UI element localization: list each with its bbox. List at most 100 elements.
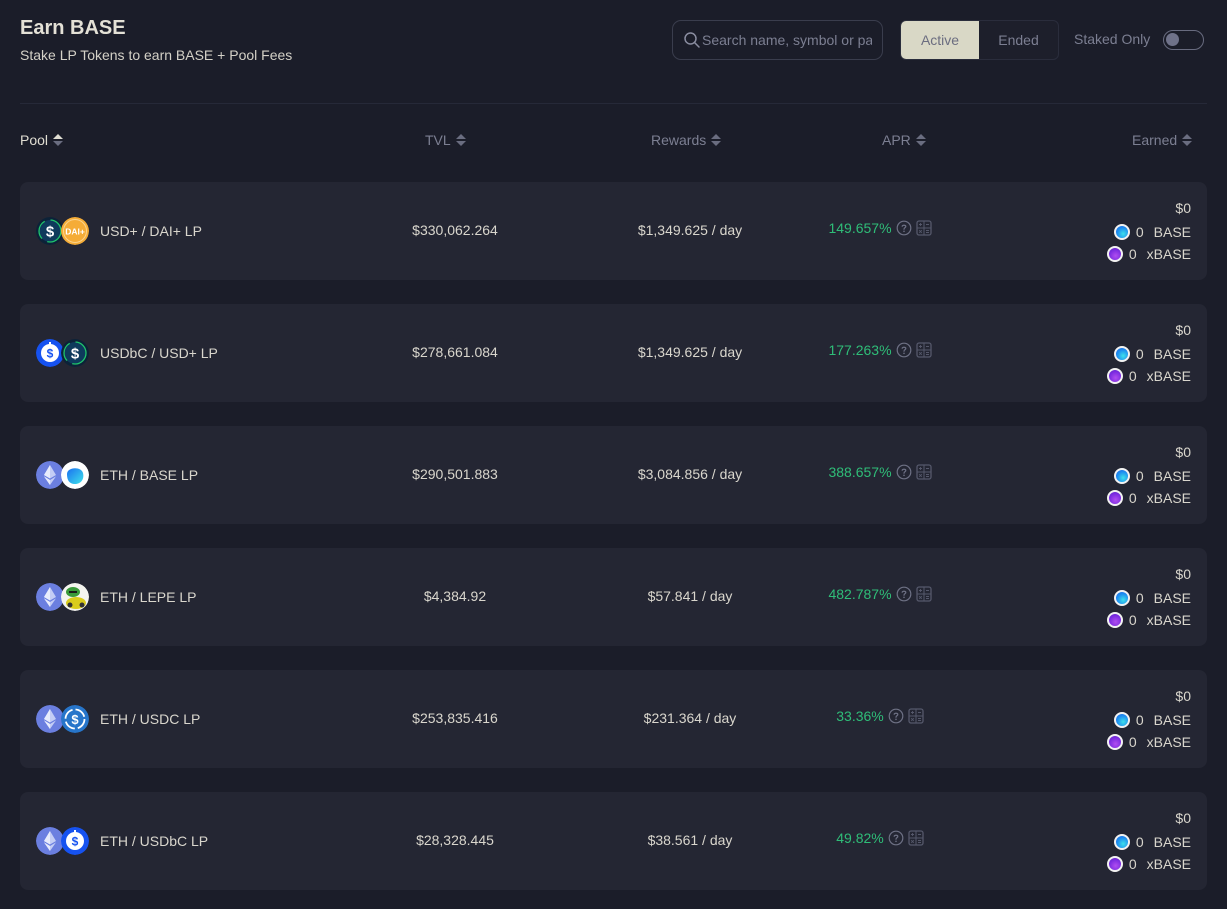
earned-base-amount: 0: [1135, 224, 1144, 240]
roi-calculator-icon[interactable]: [908, 830, 924, 846]
earned-xbase-line: 0 xBASE: [1106, 731, 1191, 753]
staked-only-toggle[interactable]: [1163, 30, 1204, 50]
roi-calculator-icon[interactable]: [915, 220, 932, 236]
earned-xbase-amount: 0: [1128, 246, 1137, 262]
earned-base-amount: 0: [1135, 468, 1144, 484]
earned-xbase-symbol: xBASE: [1146, 490, 1191, 506]
pool-earned: $0 0 BASE 0 xBASE: [1106, 565, 1191, 631]
eth-icon: [36, 461, 64, 489]
usdbc-icon: $: [36, 339, 64, 367]
table-header: Pool TVL Rewards APR Earned: [20, 104, 1207, 182]
earned-xbase-amount: 0: [1128, 368, 1137, 384]
column-header-rewards[interactable]: Rewards: [651, 132, 722, 148]
pool-list: $ DAI+ USD+ / DAI+ LP $330,062.264 $1,34…: [20, 182, 1207, 890]
pool-rewards: $1,349.625 / day: [637, 222, 743, 238]
xbase-token-icon: [1106, 856, 1123, 872]
earned-usd: $0: [1175, 566, 1191, 582]
sort-icon: [711, 134, 722, 146]
page-header: Earn BASE Stake LP Tokens to earn BASE +…: [20, 0, 1207, 104]
earned-base-amount: 0: [1135, 712, 1144, 728]
apr-info-icon[interactable]: [896, 586, 912, 602]
earned-base-symbol: BASE: [1153, 590, 1191, 606]
apr-info-icon[interactable]: [896, 342, 912, 358]
base-token-icon: [1113, 590, 1130, 606]
pool-rewards: $1,349.625 / day: [637, 344, 743, 360]
base-token-icon: [1113, 224, 1130, 240]
search-box[interactable]: [672, 20, 883, 60]
usdc-icon: $: [61, 705, 89, 733]
pool-name: ETH / BASE LP: [100, 467, 199, 483]
earned-base-line: 0 BASE: [1107, 709, 1191, 731]
svg-text:$: $: [46, 224, 55, 241]
pool-row[interactable]: $ $ USDbC / USD+ LP $278,661.084 $1,349.…: [20, 304, 1207, 402]
pool-cell: $ DAI+ USD+ / DAI+ LP: [36, 182, 202, 280]
pool-rewards: $38.561 / day: [647, 832, 733, 848]
apr-info-icon[interactable]: [888, 708, 904, 724]
pool-rewards: $57.841 / day: [647, 588, 733, 604]
earned-usd: $0: [1175, 688, 1191, 704]
earned-xbase-symbol: xBASE: [1146, 612, 1191, 628]
roi-calculator-icon[interactable]: [908, 708, 924, 724]
filter-ended-button[interactable]: Ended: [979, 21, 1058, 59]
pool-apr: 33.36%: [836, 708, 884, 724]
column-header-pool[interactable]: Pool: [20, 132, 64, 148]
roi-calculator-icon[interactable]: [915, 586, 932, 602]
usd-plus-icon: $: [61, 339, 89, 367]
earned-usd: $0: [1175, 810, 1191, 826]
search-input[interactable]: [702, 32, 872, 48]
pool-apr-cell: 49.82%: [780, 830, 980, 846]
pool-apr: 482.787%: [828, 586, 892, 602]
apr-info-icon[interactable]: [888, 830, 904, 846]
column-header-tvl[interactable]: TVL: [425, 132, 466, 148]
apr-info-icon[interactable]: [896, 220, 912, 236]
pool-row[interactable]: ETH / BASE LP $290,501.883 $3,084.856 / …: [20, 426, 1207, 524]
earned-base-amount: 0: [1135, 834, 1144, 850]
earned-usd: $0: [1175, 322, 1191, 338]
apr-info-icon[interactable]: [896, 464, 912, 480]
pool-name: ETH / LEPE LP: [100, 589, 197, 605]
earned-base-line: 0 BASE: [1107, 587, 1191, 609]
filter-active-button[interactable]: Active: [901, 21, 979, 59]
pool-rewards: $3,084.856 / day: [637, 466, 743, 482]
pool-row[interactable]: $ ETH / USDC LP $253,835.416 $231.364 / …: [20, 670, 1207, 768]
pool-apr: 49.82%: [836, 830, 884, 846]
usdbc-icon: $: [61, 827, 89, 855]
svg-text:DAI+: DAI+: [65, 227, 85, 237]
column-label: TVL: [425, 132, 451, 148]
column-header-apr[interactable]: APR: [882, 132, 926, 148]
page-title: Earn BASE: [20, 17, 126, 39]
sort-icon: [915, 134, 926, 146]
pool-name: ETH / USDC LP: [100, 711, 201, 727]
earned-xbase-amount: 0: [1128, 490, 1137, 506]
pool-row[interactable]: $ DAI+ USD+ / DAI+ LP $330,062.264 $1,34…: [20, 182, 1207, 280]
earned-xbase-line: 0 xBASE: [1106, 487, 1191, 509]
xbase-token-icon: [1106, 734, 1123, 750]
pool-name: USDbC / USD+ LP: [100, 345, 218, 361]
usd-plus-icon: $: [36, 217, 64, 245]
pool-rewards: $231.364 / day: [643, 710, 737, 726]
pool-apr-cell: 482.787%: [780, 586, 980, 602]
pool-name: ETH / USDbC LP: [100, 833, 209, 849]
roi-calculator-icon[interactable]: [915, 342, 932, 358]
earned-base-symbol: BASE: [1153, 712, 1191, 728]
earned-base-amount: 0: [1135, 590, 1144, 606]
token-pair-icons: $ DAI+: [36, 217, 90, 245]
pool-earned: $0 0 BASE 0 xBASE: [1106, 687, 1191, 753]
pool-row[interactable]: $ ETH / USDbC LP $28,328.445 $38.561 / d…: [20, 792, 1207, 890]
earn-page: Earn BASE Stake LP Tokens to earn BASE +…: [0, 0, 1227, 909]
pool-row[interactable]: ETH / LEPE LP $4,384.92 $57.841 / day 48…: [20, 548, 1207, 646]
roi-calculator-icon[interactable]: [915, 464, 932, 480]
earned-xbase-symbol: xBASE: [1146, 856, 1191, 872]
earned-base-symbol: BASE: [1153, 346, 1191, 362]
earned-xbase-amount: 0: [1128, 734, 1137, 750]
earned-base-symbol: BASE: [1153, 224, 1191, 240]
pool-earned: $0 0 BASE 0 xBASE: [1106, 809, 1191, 875]
column-header-earned[interactable]: Earned: [1132, 132, 1193, 148]
sort-icon: [1182, 134, 1193, 146]
eth-icon: [36, 583, 64, 611]
earned-base-line: 0 BASE: [1107, 831, 1191, 853]
token-pair-icons: $ $: [36, 339, 90, 367]
svg-text:$: $: [71, 346, 80, 363]
pool-earned: $0 0 BASE 0 xBASE: [1106, 443, 1191, 509]
earned-xbase-line: 0 xBASE: [1106, 853, 1191, 875]
